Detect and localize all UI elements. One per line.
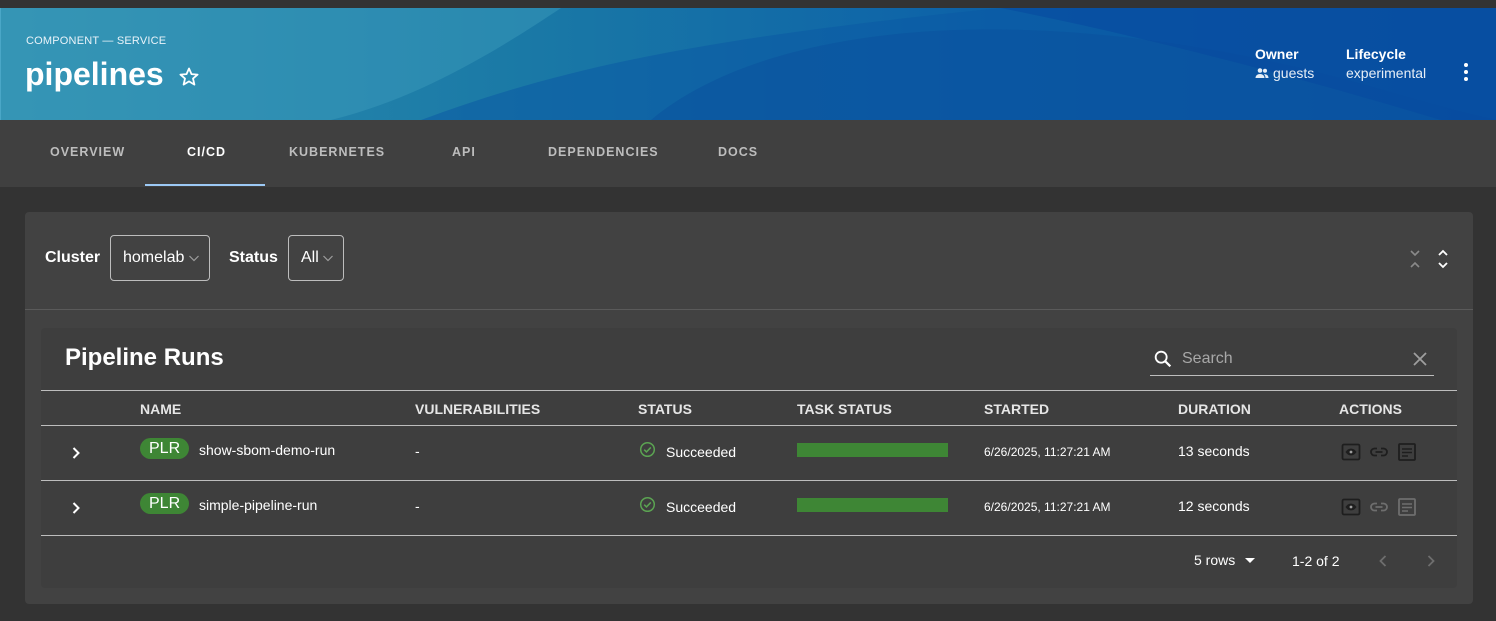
rows-per-page-value: 5 rows <box>1194 552 1236 568</box>
search-icon <box>1154 350 1172 368</box>
column-actions: ACTIONS <box>1339 401 1402 417</box>
row-actions <box>1341 497 1417 517</box>
search-input[interactable] <box>1182 348 1402 370</box>
entity-header: COMPONENT — SERVICE pipelines Owner gues… <box>0 8 1496 120</box>
link-icon[interactable] <box>1369 442 1389 462</box>
vulnerabilities-value: - <box>415 443 420 459</box>
owner-value-row[interactable]: guests <box>1255 65 1314 81</box>
plr-badge: PLR <box>140 493 190 514</box>
task-status-bar[interactable] <box>797 443 948 457</box>
page-title: pipelines <box>25 56 164 92</box>
tab-docs[interactable]: DOCS <box>718 145 758 159</box>
tab-overview[interactable]: OVERVIEW <box>50 145 125 159</box>
top-strip <box>0 0 1496 8</box>
table-row: PLR show-sbom-demo-run - Succeeded 6/26/… <box>41 426 1457 481</box>
view-output-icon[interactable] <box>1341 497 1361 517</box>
cluster-select[interactable]: homelab <box>110 235 210 281</box>
clear-icon[interactable] <box>1412 351 1428 367</box>
duration-value: 12 seconds <box>1178 498 1250 514</box>
table-row: PLR simple-pipeline-run - Succeeded 6/26… <box>41 481 1457 536</box>
pipeline-runs-table-card: Pipeline Runs NAME VULNERABILITIES STATU… <box>41 328 1457 588</box>
collapse-all-icon[interactable] <box>1408 248 1422 270</box>
tab-dependencies[interactable]: DEPENDENCIES <box>548 145 659 159</box>
tab-kubernetes[interactable]: KUBERNETES <box>289 145 385 159</box>
status-select[interactable]: All <box>288 235 344 281</box>
cluster-value: homelab <box>123 249 185 266</box>
logs-icon <box>1398 498 1416 516</box>
status-value: All <box>301 249 319 266</box>
more-vert-icon[interactable] <box>1456 60 1476 84</box>
status-label: Status <box>229 249 278 266</box>
table-header: NAME VULNERABILITIES STATUS TASK STATUS … <box>41 390 1457 426</box>
tab-bar: OVERVIEW CI/CD KUBERNETES API DEPENDENCI… <box>0 120 1496 187</box>
lifecycle-label: Lifecycle <box>1346 46 1406 62</box>
status-text: Succeeded <box>666 444 737 460</box>
cicd-card: Cluster homelab Status All Pipeline Runs <box>25 212 1473 604</box>
table-title: Pipeline Runs <box>65 344 224 371</box>
check-circle-icon <box>639 496 656 513</box>
row-actions <box>1341 442 1417 462</box>
view-output-icon[interactable] <box>1341 442 1361 462</box>
cluster-label: Cluster <box>45 249 101 266</box>
plr-badge: PLR <box>140 438 190 459</box>
expand-row-icon[interactable] <box>68 500 84 516</box>
tab-api[interactable]: API <box>452 145 476 159</box>
chevron-down-icon <box>189 255 199 262</box>
star-icon[interactable] <box>177 65 201 89</box>
task-status-bar[interactable] <box>797 498 948 512</box>
lifecycle-meta: Lifecycle experimental <box>1346 46 1426 81</box>
run-name[interactable]: show-sbom-demo-run <box>199 442 335 458</box>
started-value: 6/26/2025, 11:27:21 AM <box>984 500 1111 514</box>
column-duration[interactable]: DURATION <box>1178 401 1251 417</box>
logs-icon[interactable] <box>1397 442 1417 462</box>
started-value: 6/26/2025, 11:27:21 AM <box>984 445 1111 459</box>
pagination-range: 1-2 of 2 <box>1292 553 1340 569</box>
expand-row-icon[interactable] <box>68 445 84 461</box>
group-icon <box>1255 68 1269 78</box>
owner-label: Owner <box>1255 46 1299 62</box>
run-name[interactable]: simple-pipeline-run <box>199 497 317 513</box>
check-circle-icon <box>639 441 656 458</box>
column-vulnerabilities[interactable]: VULNERABILITIES <box>415 401 540 417</box>
previous-page-icon[interactable] <box>1375 553 1391 569</box>
table-pagination: 5 rows 1-2 of 2 <box>41 535 1457 588</box>
lifecycle-value: experimental <box>1346 65 1427 81</box>
column-status[interactable]: STATUS <box>638 401 692 417</box>
status-text: Succeeded <box>666 499 737 515</box>
link-icon <box>1370 502 1388 512</box>
filter-bar: Cluster homelab Status All <box>25 212 1473 310</box>
search-field[interactable] <box>1150 342 1434 376</box>
rows-per-page-select[interactable]: 5 rows <box>1194 552 1256 568</box>
arrow-drop-down-icon <box>1245 558 1256 564</box>
entity-kind: COMPONENT — SERVICE <box>26 35 167 47</box>
tab-cicd[interactable]: CI/CD <box>187 145 226 159</box>
expand-all-icon[interactable] <box>1436 248 1450 270</box>
owner-value: guests <box>1273 65 1315 81</box>
duration-value: 13 seconds <box>1178 443 1250 459</box>
column-task-status[interactable]: TASK STATUS <box>797 401 892 417</box>
column-started[interactable]: STARTED <box>984 401 1049 417</box>
column-name[interactable]: NAME <box>140 401 181 417</box>
owner-meta: Owner guests <box>1255 46 1314 81</box>
active-tab-indicator <box>145 184 265 186</box>
chevron-down-icon <box>323 255 333 262</box>
vulnerabilities-value: - <box>415 498 420 514</box>
next-page-icon[interactable] <box>1423 553 1439 569</box>
